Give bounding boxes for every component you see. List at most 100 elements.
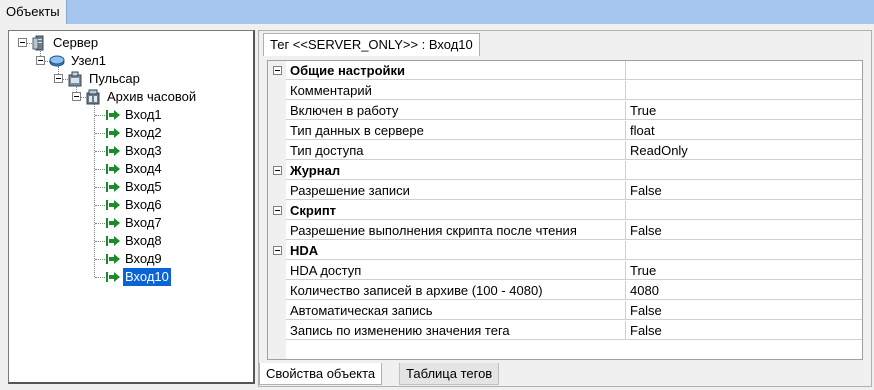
property-row[interactable]: HDA доступ True xyxy=(268,261,862,281)
tree-node-label: Вход5 xyxy=(125,179,162,194)
tree-node-uzel1[interactable]: Узел1 xyxy=(9,52,249,70)
tree-node-input[interactable]: Вход6 xyxy=(9,196,249,214)
main-panel: Сервер Узел1 Пульсар Архив часовой Вход1… xyxy=(0,24,874,390)
tab-tags-table[interactable]: Таблица тегов xyxy=(399,363,500,385)
tree-node-input[interactable]: Вход9 xyxy=(9,250,249,268)
property-row[interactable]: Количество записей в архиве (100 - 4080)… xyxy=(268,281,862,301)
property-category[interactable]: HDA xyxy=(268,241,862,261)
tree-node-label: Вход3 xyxy=(125,143,162,158)
input-arrow-icon xyxy=(106,200,120,210)
property-name: Включен в работу xyxy=(286,101,626,120)
tree-node-input-selected[interactable]: Вход10 xyxy=(9,268,249,286)
property-value xyxy=(626,201,862,220)
input-arrow-icon xyxy=(106,128,120,138)
property-row[interactable]: Запись по изменению значения тега False xyxy=(268,321,862,341)
archive-icon xyxy=(86,89,100,105)
tree-node-label: Вход1 xyxy=(125,107,162,122)
property-row[interactable]: Комментарий xyxy=(268,81,862,101)
property-category-label: Скрипт xyxy=(286,201,626,220)
collapse-icon[interactable] xyxy=(72,92,81,101)
tree-node-label: Вход9 xyxy=(125,251,162,266)
property-value[interactable]: 4080 xyxy=(626,281,862,300)
tree-node-label: Сервер xyxy=(53,35,99,50)
tree-node-label: Вход6 xyxy=(125,197,162,212)
property-name: Тип данных в сервере xyxy=(286,121,626,140)
property-value xyxy=(626,241,862,260)
properties-panel: Тег <<SERVER_ONLY>> : Вход10 Общие настр… xyxy=(258,30,872,387)
tree-node-input[interactable]: Вход2 xyxy=(9,124,249,142)
property-name: Разрешение выполнения скрипта после чтен… xyxy=(286,221,626,240)
input-arrow-icon xyxy=(106,254,120,264)
input-arrow-icon xyxy=(106,272,120,282)
node-icon xyxy=(49,55,65,67)
input-arrow-icon xyxy=(106,236,120,246)
collapse-icon[interactable] xyxy=(273,206,282,215)
property-value[interactable]: ReadOnly xyxy=(626,141,862,160)
tree-node-label: Вход4 xyxy=(125,161,162,176)
top-tab-strip: Объекты xyxy=(0,0,874,24)
property-row[interactable]: Разрешение записи False xyxy=(268,181,862,201)
tree-node-input[interactable]: Вход1 xyxy=(9,106,249,124)
device-icon xyxy=(68,71,82,87)
property-category-label: Общие настройки xyxy=(286,61,626,80)
property-value[interactable]: True xyxy=(626,261,862,280)
tree-node-label: Вход2 xyxy=(125,125,162,140)
tree-node-label: Архив часовой xyxy=(107,89,197,104)
property-row[interactable]: Разрешение выполнения скрипта после чтен… xyxy=(268,221,862,241)
property-grid[interactable]: Общие настройки Комментарий Включен в ра… xyxy=(267,60,863,360)
property-value[interactable]: False xyxy=(626,321,862,340)
input-arrow-icon xyxy=(106,110,120,120)
tab-object-properties[interactable]: Свойства объекта xyxy=(259,363,383,385)
property-value[interactable]: False xyxy=(626,181,862,200)
property-name: Автоматическая запись xyxy=(286,301,626,320)
input-arrow-icon xyxy=(106,182,120,192)
property-value xyxy=(626,61,862,80)
tree-node-input[interactable]: Вход8 xyxy=(9,232,249,250)
property-row[interactable]: Включен в работу True xyxy=(268,101,862,121)
property-name: HDA доступ xyxy=(286,261,626,280)
server-icon xyxy=(32,35,44,51)
property-value[interactable]: False xyxy=(626,301,862,320)
property-value xyxy=(626,161,862,180)
property-value[interactable]: float xyxy=(626,121,862,140)
tree-node-input[interactable]: Вход3 xyxy=(9,142,249,160)
collapse-icon[interactable] xyxy=(273,166,282,175)
input-arrow-icon xyxy=(106,146,120,156)
tab-objects[interactable]: Объекты xyxy=(0,0,67,24)
tree-node-pulsar[interactable]: Пульсар xyxy=(9,70,249,88)
input-arrow-icon xyxy=(106,218,120,228)
object-tree[interactable]: Сервер Узел1 Пульсар Архив часовой Вход1… xyxy=(8,30,255,384)
collapse-icon[interactable] xyxy=(36,56,45,65)
tree-node-label: Пульсар xyxy=(89,71,140,86)
property-name: Разрешение записи xyxy=(286,181,626,200)
property-category[interactable]: Скрипт xyxy=(268,201,862,221)
property-row[interactable]: Тип данных в сервере float xyxy=(268,121,862,141)
property-value[interactable]: False xyxy=(626,221,862,240)
tree-node-archive[interactable]: Архив часовой xyxy=(9,88,249,106)
property-name: Запись по изменению значения тега xyxy=(286,321,626,340)
input-arrow-icon xyxy=(106,164,120,174)
property-category-label: HDA xyxy=(286,241,626,260)
tree-node-input[interactable]: Вход4 xyxy=(9,160,249,178)
property-row[interactable]: Автоматическая запись False xyxy=(268,301,862,321)
tree-node-label: Вход10 xyxy=(123,268,171,286)
property-category[interactable]: Общие настройки xyxy=(268,61,862,81)
property-value[interactable] xyxy=(626,81,862,100)
tree-node-input[interactable]: Вход5 xyxy=(9,178,249,196)
collapse-icon[interactable] xyxy=(18,38,27,47)
property-name: Тип доступа xyxy=(286,141,626,160)
tab-object-tag[interactable]: Тег <<SERVER_ONLY>> : Вход10 xyxy=(263,33,480,56)
property-name: Комментарий xyxy=(286,81,626,100)
property-category[interactable]: Журнал xyxy=(268,161,862,181)
property-value[interactable]: True xyxy=(626,101,862,120)
collapse-icon[interactable] xyxy=(273,66,282,75)
collapse-icon[interactable] xyxy=(273,246,282,255)
tree-node-label: Вход8 xyxy=(125,233,162,248)
property-row[interactable]: Тип доступа ReadOnly xyxy=(268,141,862,161)
tree-node-label: Вход7 xyxy=(125,215,162,230)
property-category-label: Журнал xyxy=(286,161,626,180)
property-name: Количество записей в архиве (100 - 4080) xyxy=(286,281,626,300)
tree-node-server[interactable]: Сервер xyxy=(9,34,249,52)
tree-node-input[interactable]: Вход7 xyxy=(9,214,249,232)
collapse-icon[interactable] xyxy=(54,74,63,83)
